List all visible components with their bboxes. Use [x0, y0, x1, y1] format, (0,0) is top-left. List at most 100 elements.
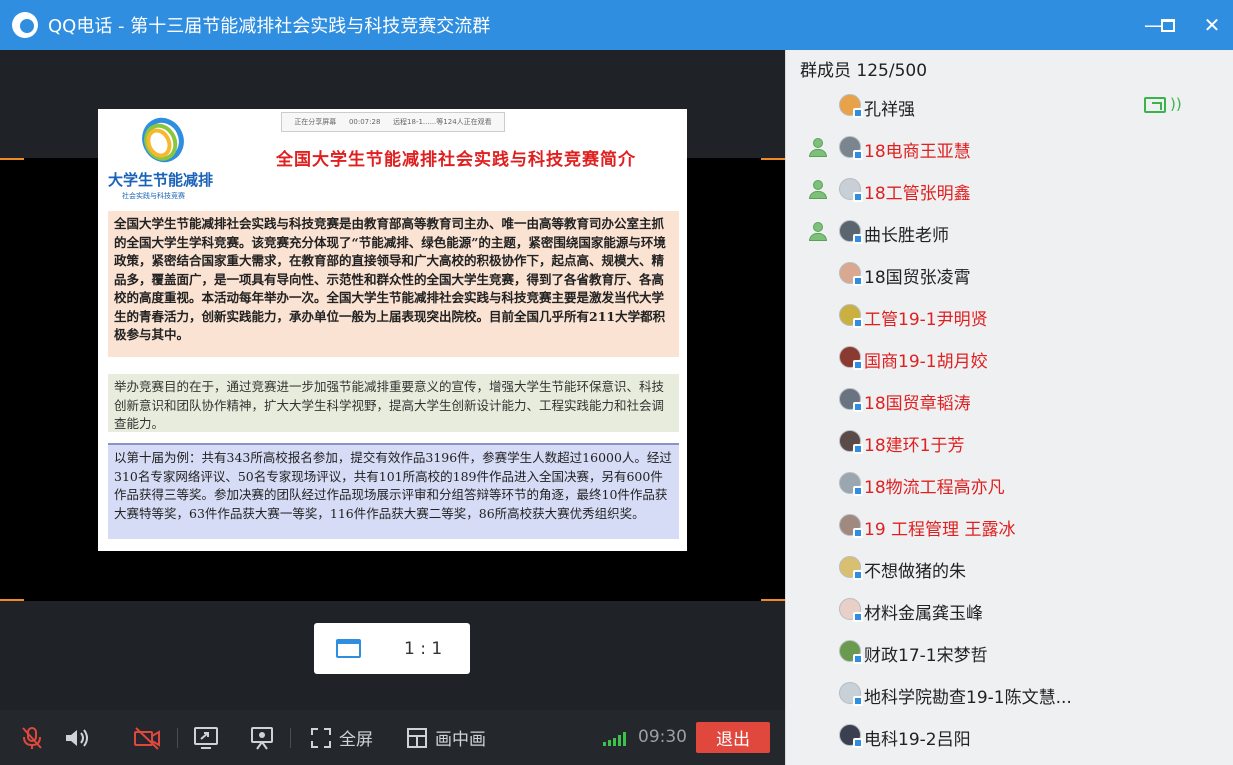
avatar — [839, 178, 863, 202]
close-button[interactable]: ✕ — [1197, 10, 1227, 40]
purpose-paragraph: 举办竞赛目的在于，通过竞赛进一步加强节能减排重要意义的宣传，增强大学生节能环保意… — [108, 374, 679, 432]
phone-status-icon — [853, 108, 863, 118]
member-name: 18国贸章韬涛 — [864, 394, 971, 414]
member-name: 18物流工程高亦凡 — [864, 478, 1005, 498]
fullscreen-button[interactable]: 全屏 — [311, 710, 373, 765]
phone-status-icon — [853, 612, 863, 622]
member-name: 材料金属龚玉峰 — [864, 604, 983, 624]
member-name: 国商19-1胡月姣 — [864, 352, 988, 372]
aspect-ratio-label: 1 : 1 — [404, 638, 443, 659]
share-screen-button[interactable] — [193, 710, 219, 765]
member-row[interactable]: 电科19-2吕阳 — [786, 715, 1233, 757]
phone-status-icon — [853, 276, 863, 286]
aspect-ratio-button[interactable]: 1 : 1 — [314, 623, 470, 674]
member-row[interactable]: 国商19-1胡月姣 — [786, 337, 1233, 379]
maximize-button[interactable] — [1153, 10, 1183, 40]
member-row[interactable]: 工管19-1尹明贤 — [786, 295, 1233, 337]
member-row[interactable]: 18建环1于芳 — [786, 421, 1233, 463]
avatar — [839, 262, 863, 286]
phone-status-icon — [853, 486, 863, 496]
member-name: 孔祥强 — [864, 100, 915, 120]
shared-slide: 正在分享屏幕 00:07:28 远程18-1......等124人正在观看 大学… — [98, 109, 687, 551]
avatar — [839, 640, 863, 664]
window-title: QQ电话 - 第十三届节能减排社会实践与科技竞赛交流群 — [48, 16, 491, 37]
admin-user-icon — [808, 180, 828, 200]
avatar — [839, 598, 863, 622]
phone-status-icon — [853, 528, 863, 538]
member-name: 18建环1于芳 — [864, 436, 965, 456]
admin-user-icon — [808, 138, 828, 158]
avatar — [839, 94, 863, 118]
pip-label: 画中画 — [435, 730, 486, 750]
member-name: 19 工程管理 王露冰 — [864, 520, 1016, 540]
frame-corner — [761, 577, 785, 601]
camera-off-button[interactable] — [133, 710, 161, 765]
member-name: 不想做猪的朱 — [864, 562, 966, 582]
member-row[interactable]: 不想做猪的朱 — [786, 547, 1233, 589]
fullscreen-icon — [311, 727, 331, 748]
avatar — [839, 304, 863, 328]
picture-in-picture-button[interactable]: 画中画 — [407, 710, 486, 765]
pip-icon — [407, 727, 427, 748]
member-name: 财政17-1宋梦哲 — [864, 646, 988, 666]
title-bar: QQ电话 - 第十三届节能减排社会实践与科技竞赛交流群 — ✕ — [0, 0, 1233, 50]
member-name: 地科学院勘查19-1陈文慧... — [864, 688, 1072, 708]
member-name: 18电商王亚慧 — [864, 142, 971, 162]
qq-phone-logo-icon — [12, 12, 38, 38]
phone-status-icon — [853, 654, 863, 664]
phone-status-icon — [853, 444, 863, 454]
avatar — [839, 220, 863, 244]
member-row[interactable]: 18国贸章韬涛 — [786, 379, 1233, 421]
phone-status-icon — [853, 234, 863, 244]
member-row[interactable]: 18物流工程高亦凡 — [786, 463, 1233, 505]
brand-subtitle: 社会实践与科技竞赛 — [122, 192, 185, 200]
phone-status-icon — [853, 570, 863, 580]
speaker-button[interactable] — [64, 710, 90, 765]
avatar — [839, 724, 863, 748]
member-row[interactable]: 18电商王亚慧 — [786, 127, 1233, 169]
member-name: 工管19-1尹明贤 — [864, 310, 988, 330]
phone-status-icon — [853, 192, 863, 202]
avatar — [839, 136, 863, 160]
member-row[interactable]: 财政17-1宋梦哲 — [786, 631, 1233, 673]
avatar — [839, 346, 863, 370]
share-screen-icon — [194, 726, 218, 749]
member-row[interactable]: 19 工程管理 王露冰 — [786, 505, 1233, 547]
avatar — [839, 682, 863, 706]
member-name: 18国贸张凌霄 — [864, 268, 971, 288]
member-name: 曲长胜老师 — [864, 226, 949, 246]
member-panel: 群成员 125/500 孔祥强)) 18电商王亚慧 18工管张明鑫 曲长胜老师 18国贸… — [785, 50, 1233, 765]
member-row[interactable]: 材料金属龚玉峰 — [786, 589, 1233, 631]
member-row[interactable]: 孔祥强)) — [786, 85, 1233, 127]
member-row[interactable]: 曲长胜老师 — [786, 211, 1233, 253]
share-status-text: 正在分享屏幕 — [294, 118, 337, 126]
toolbar-divider — [290, 728, 291, 748]
avatar — [839, 556, 863, 580]
phone-status-icon — [853, 318, 863, 328]
admin-user-icon — [808, 222, 828, 242]
share-duration: 00:07:28 — [348, 118, 381, 126]
phone-status-icon — [853, 150, 863, 160]
member-row[interactable]: 18工管张明鑫 — [786, 169, 1233, 211]
phone-status-icon — [853, 360, 863, 370]
presentation-button[interactable] — [249, 710, 275, 765]
mic-off-icon — [22, 726, 42, 749]
fullscreen-label: 全屏 — [339, 730, 373, 750]
speaker-icon — [66, 728, 88, 747]
intro-paragraph: 全国大学生节能减排社会实践与科技竞赛是由教育部高等教育司主办、唯一由高等教育司办… — [108, 211, 679, 357]
member-row[interactable]: 地科学院勘查19-1陈文慧... — [786, 673, 1233, 715]
avatar — [839, 514, 863, 538]
member-row[interactable]: 18国贸张凌霄 — [786, 253, 1233, 295]
exit-call-button[interactable]: 退出 — [696, 722, 770, 753]
example-paragraph: 以第十届为例：共有343所高校报名参加，提交有效作品3196件，参赛学生人数超过… — [108, 443, 679, 539]
avatar — [839, 472, 863, 496]
toolbar-divider — [177, 728, 178, 748]
mic-mute-button[interactable] — [20, 710, 44, 765]
member-name: 电科19-2吕阳 — [864, 730, 971, 750]
competition-logo-icon — [142, 117, 184, 163]
window-icon — [336, 639, 361, 658]
frame-corner — [0, 158, 24, 182]
camera-off-icon — [134, 726, 160, 750]
avatar — [839, 388, 863, 412]
phone-status-icon — [853, 696, 863, 706]
